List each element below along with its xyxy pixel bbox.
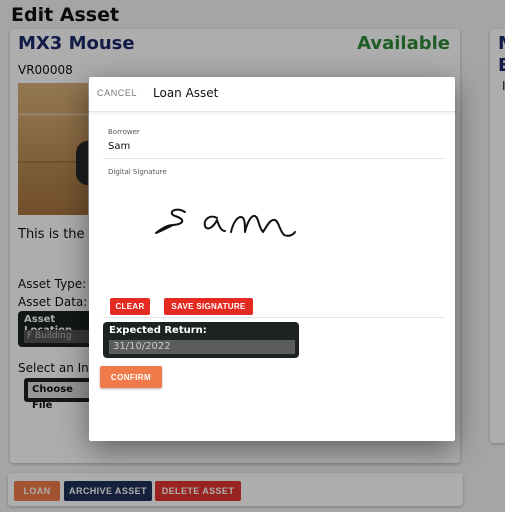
expected-return-label: Expected Return: — [109, 325, 207, 336]
clear-signature-button[interactable]: CLEAR — [110, 298, 150, 315]
expected-return-input[interactable]: 31/10/2022 — [109, 340, 295, 354]
signature-drawing — [155, 208, 296, 237]
dialog-title: Loan Asset — [153, 86, 219, 100]
signature-divider — [103, 317, 445, 318]
signature-label: Digital Signature — [108, 168, 167, 176]
borrower-label: Borrower — [108, 128, 140, 136]
borrower-field[interactable]: Sam — [108, 141, 130, 152]
cancel-button[interactable]: CANCEL — [97, 88, 137, 98]
borrower-divider — [103, 158, 445, 159]
confirm-button[interactable]: CONFIRM — [100, 366, 162, 388]
dialog-header: CANCEL Loan Asset — [89, 77, 455, 112]
save-signature-button[interactable]: SAVE SIGNATURE — [164, 298, 253, 315]
expected-return-field: Expected Return: 31/10/2022 — [103, 322, 299, 358]
loan-asset-dialog: CANCEL Loan Asset Borrower Sam Digital S… — [89, 77, 455, 441]
signature-pad[interactable] — [103, 181, 445, 295]
